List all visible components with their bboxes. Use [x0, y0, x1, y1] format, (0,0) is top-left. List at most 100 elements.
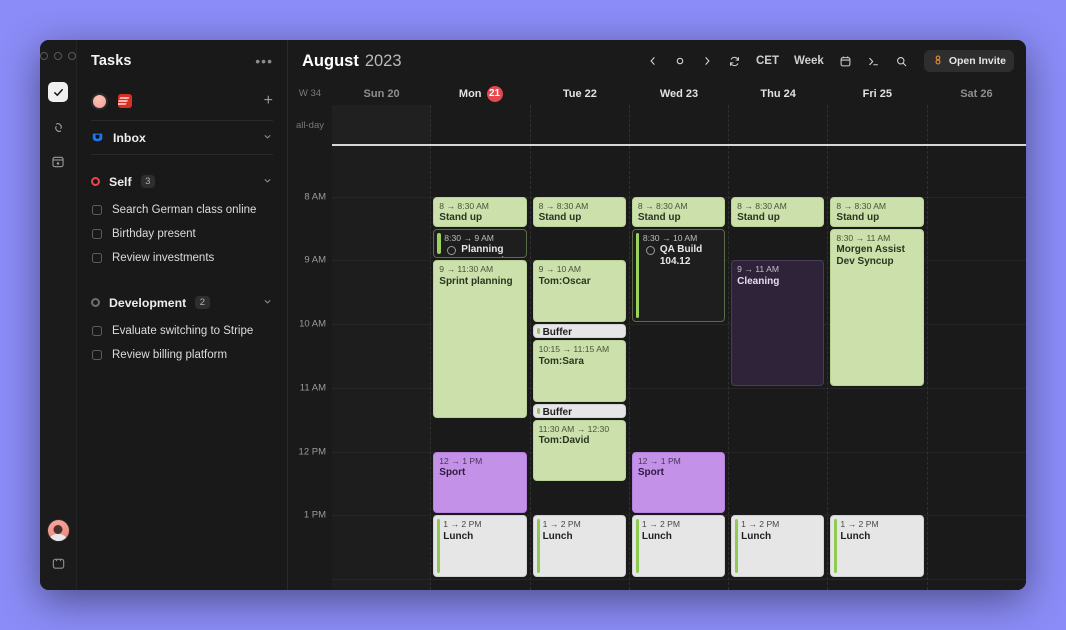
calendar-event[interactable]: 8:30 → 9 AMPlanning preparation — [433, 229, 526, 259]
task-checkbox[interactable] — [92, 253, 102, 263]
rail-item-links[interactable] — [48, 117, 68, 137]
all-day-grid[interactable] — [332, 105, 1026, 146]
day-column-fri[interactable]: 8 → 8:30 AMStand up8:30 → 11 AMMorgen As… — [828, 146, 927, 590]
chevron-down-icon[interactable] — [262, 129, 273, 147]
avatar[interactable] — [47, 519, 70, 542]
day-header-mon[interactable]: Mon 21 — [431, 86, 530, 102]
sidebar-item-inbox[interactable]: Inbox — [77, 121, 287, 154]
day-header-fri[interactable]: Fri 25 — [828, 86, 927, 102]
hour-gridline — [332, 260, 430, 261]
all-day-cell[interactable] — [729, 105, 828, 146]
day-column-mon[interactable]: 8 → 8:30 AMStand up8:30 → 9 AMPlanning p… — [431, 146, 530, 590]
chevron-left-icon — [647, 55, 659, 67]
all-day-cell[interactable] — [431, 105, 530, 146]
hour-gridline — [828, 452, 926, 453]
event-title: Stand up — [737, 212, 818, 224]
refresh-button[interactable] — [722, 49, 747, 73]
open-invite-button[interactable]: Open Invite — [924, 50, 1014, 72]
close-icon[interactable] — [40, 52, 48, 60]
day-columns[interactable]: 8 → 8:30 AMStand up8:30 → 9 AMPlanning p… — [332, 146, 1026, 590]
list-item[interactable]: Review billing platform — [77, 343, 287, 367]
sidebar-group-development[interactable]: Development 2 — [77, 286, 287, 319]
day-column-wed[interactable]: 8 → 8:30 AMStand up8:30 → 10 AMQA Build … — [630, 146, 729, 590]
calendar-event[interactable]: 11:30 AM → 12:30Tom:David — [533, 420, 626, 482]
calendar-event[interactable]: 1 → 2 PMLunch — [731, 515, 824, 577]
event-title: Lunch — [840, 531, 917, 543]
calendar-event[interactable]: 1 → 2 PMLunch — [830, 515, 923, 577]
day-header-tue[interactable]: Tue 22 — [530, 86, 629, 102]
calendar-view-button[interactable] — [833, 49, 858, 73]
calendar-event[interactable]: 8 → 8:30 AMStand up — [533, 197, 626, 227]
add-account-button[interactable]: + — [264, 93, 273, 109]
search-button[interactable] — [889, 49, 914, 73]
day-column-sat[interactable] — [928, 146, 1026, 590]
task-checkbox[interactable] — [92, 350, 102, 360]
calendar-event[interactable]: 10:15 → 11:15 AMTom:Sara — [533, 340, 626, 402]
day-header-sun[interactable]: Sun 20 — [332, 86, 431, 102]
calendar-event[interactable]: 9 → 11 AMCleaning — [731, 260, 824, 385]
hour-gridline — [729, 452, 827, 453]
calendar-event[interactable]: 9 → 10 AMTom:Oscar — [533, 260, 626, 322]
calendar-event[interactable]: 8 → 8:30 AMStand up — [731, 197, 824, 227]
calendar-event[interactable]: 9 → 11:30 AMSprint planning — [433, 260, 526, 417]
list-item[interactable]: Birthday present — [77, 222, 287, 246]
sidebar-group-label: Development — [109, 296, 186, 310]
today-button[interactable] — [668, 49, 692, 73]
minimize-icon[interactable] — [54, 52, 62, 60]
task-checkbox[interactable] — [92, 205, 102, 215]
calendar-event[interactable]: 8 → 8:30 AMStand up — [433, 197, 526, 227]
todoist-icon[interactable] — [118, 94, 132, 108]
day-column-tue[interactable]: 8 → 8:30 AMStand up 9 → 10 AMTom:Oscar Buf… — [531, 146, 630, 590]
more-options-button[interactable]: ••• — [255, 54, 273, 68]
box-icon[interactable] — [51, 556, 66, 576]
account-avatar[interactable] — [91, 93, 108, 110]
calendar-event[interactable]: 8:30 → 10 AMQA Build 104.12 — [632, 229, 725, 323]
all-day-cell[interactable] — [828, 105, 927, 146]
day-column-thu[interactable]: 8 → 8:30 AMStand up 9 → 11 AMCleaning 1 → … — [729, 146, 828, 590]
window-traffic-lights[interactable] — [40, 52, 76, 60]
calendar-event[interactable]: 8 → 8:30 AMStand up — [830, 197, 923, 227]
task-checkbox[interactable] — [92, 229, 102, 239]
hour-gridline — [332, 452, 430, 453]
chevron-down-icon[interactable] — [262, 173, 273, 191]
task-checkbox[interactable] — [92, 326, 102, 336]
view-selector[interactable]: Week — [788, 49, 830, 73]
timezone-button[interactable]: CET — [750, 49, 785, 73]
calendar-event[interactable]: 1 → 2 PMLunch — [433, 515, 526, 577]
day-header-label: Tue 22 — [563, 88, 597, 100]
calendar-toolbar: August 2023 — [288, 40, 1026, 82]
list-item[interactable]: Evaluate switching to Stripe — [77, 319, 287, 343]
rail-item-archive[interactable] — [48, 152, 68, 172]
calendar-event[interactable]: 1 → 2 PMLunch — [632, 515, 725, 577]
prev-week-button[interactable] — [641, 49, 665, 73]
calendar-event[interactable]: 8 → 8:30 AMStand up — [632, 197, 725, 227]
hour-gridline — [332, 324, 430, 325]
next-week-button[interactable] — [695, 49, 719, 73]
sidebar-group-self[interactable]: Self 3 — [77, 165, 287, 198]
day-header-sat[interactable]: Sat 26 — [927, 86, 1026, 102]
event-checkbox[interactable] — [646, 246, 655, 255]
terminal-button[interactable] — [861, 49, 886, 73]
list-item[interactable]: Review investments — [77, 246, 287, 270]
event-time: 8 → 8:30 AM — [737, 201, 818, 211]
calendar-event[interactable]: Buffer — [533, 404, 626, 418]
all-day-cell[interactable] — [332, 105, 431, 146]
rail-item-tasks[interactable] — [48, 82, 68, 102]
day-header-thu[interactable]: Thu 24 — [729, 86, 828, 102]
chevron-down-icon[interactable] — [262, 294, 273, 312]
all-day-cell[interactable] — [928, 105, 1026, 146]
calendar-event[interactable]: 8:30 → 11 AMMorgen Assist Dev Syncup — [830, 229, 923, 386]
event-title: Sport — [638, 467, 719, 479]
all-day-cell[interactable] — [531, 105, 630, 146]
day-header-wed[interactable]: Wed 23 — [629, 86, 728, 102]
calendar-event[interactable]: 12 → 1 PMSport — [433, 452, 526, 514]
event-time: 11:30 AM → 12:30 — [539, 424, 620, 434]
list-item[interactable]: Search German class online — [77, 198, 287, 222]
calendar-event[interactable]: 1 → 2 PMLunch — [533, 515, 626, 577]
calendar-event[interactable]: 12 → 1 PMSport — [632, 452, 725, 514]
event-checkbox[interactable] — [447, 246, 456, 255]
zoom-icon[interactable] — [68, 52, 76, 60]
day-column-sun[interactable] — [332, 146, 431, 590]
all-day-cell[interactable] — [630, 105, 729, 146]
calendar-event[interactable]: Buffer — [533, 324, 626, 338]
